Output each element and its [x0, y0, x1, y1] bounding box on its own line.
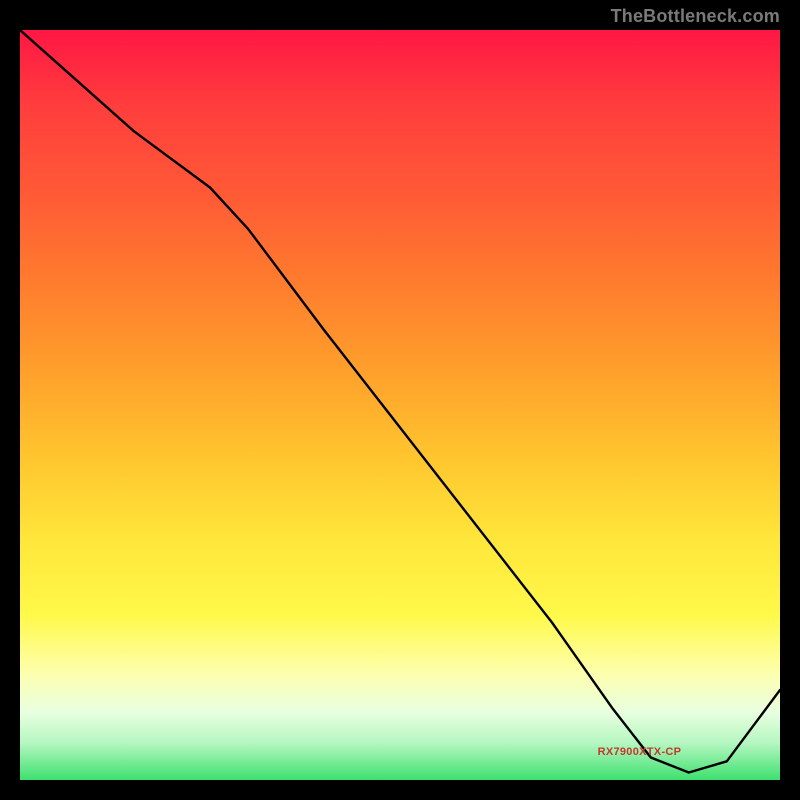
- x-axis-annotation: RX7900XTX-CP: [598, 746, 682, 758]
- chart-frame: TheBottleneck.com RX7900XTX-CP: [0, 0, 800, 800]
- plot-area: RX7900XTX-CP: [20, 30, 780, 780]
- curve-path: [20, 30, 780, 773]
- watermark-text: TheBottleneck.com: [611, 6, 780, 27]
- bottleneck-curve: [20, 30, 780, 780]
